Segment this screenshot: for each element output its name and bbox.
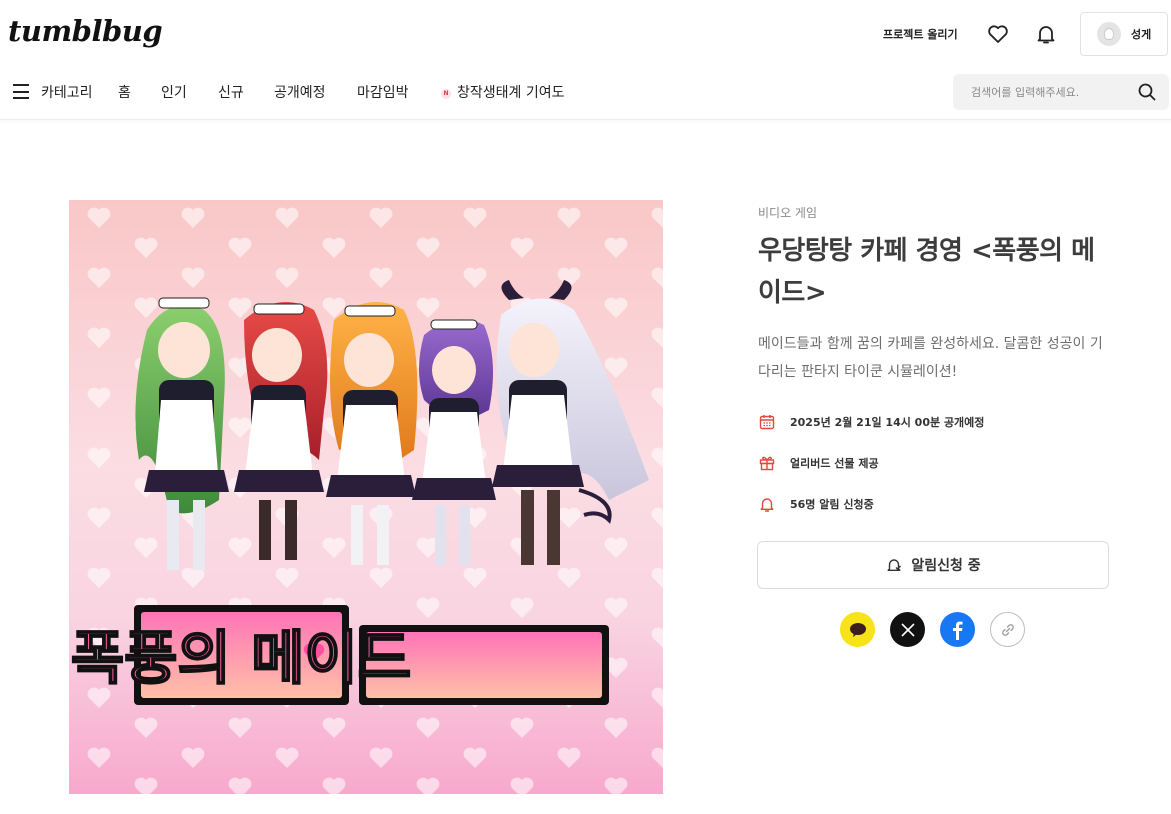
project-description: 메이드들과 함께 꿈의 카페를 완성하세요. 달콤한 성공이 기다리는 판타지 … [758,336,1103,380]
gift-row: 얼리버드 선물 제공 [758,454,879,472]
nav-creator-ecosystem-label: 창작생태계 기여도 [457,85,565,101]
bell-icon [760,498,774,512]
profile-button[interactable]: 성게 [1080,12,1168,56]
alerts-count-text: 56명 알림 신청중 [790,498,874,511]
calendar-icon [759,415,775,430]
alerts-row: 56명 알림 신청중 [758,495,874,513]
release-date-row: 2025년 2월 21일 14시 00분 공개예정 [758,413,984,431]
nav-home[interactable]: 홈 [118,82,131,102]
project-title: 우당탕탕 카페 경영 <폭풍의 메이드> [758,236,1095,308]
nav-creator-ecosystem[interactable]: N 창작생태계 기여도 [441,82,565,102]
avatar [1097,22,1121,46]
menu-icon[interactable] [13,84,29,99]
x-share-icon[interactable] [890,612,925,647]
nav-popular[interactable]: 인기 [161,82,187,102]
bell-icon[interactable] [1034,22,1058,46]
project-upload-link[interactable]: 프로젝트 올리기 [883,26,958,42]
release-date-text: 2025년 2월 21일 14시 00분 공개예정 [790,416,985,429]
search-box [953,74,1169,110]
facebook-share-icon[interactable] [940,612,975,647]
notify-button[interactable]: 알림신청 중 [757,541,1109,589]
gift-text: 얼리버드 선물 제공 [790,457,879,470]
nav-category[interactable]: 카테고리 [41,82,93,102]
category-nav: 카테고리 홈 인기 신규 공개예정 마감임박 N 창작생태계 기여도 [0,68,1171,120]
nav-ending-soon[interactable]: 마감임박 [357,82,409,102]
project-main-image: 폭풍의 메이드 [69,200,663,794]
bell-check-icon [887,559,902,571]
gift-icon [759,456,775,471]
new-badge: N [441,89,451,99]
link-share-icon[interactable] [990,612,1025,647]
search-input[interactable] [961,74,1131,110]
nav-upcoming[interactable]: 공개예정 [274,82,326,102]
search-icon[interactable] [1138,83,1156,101]
kakaotalk-share-icon[interactable] [840,612,875,647]
top-header: tumblbug 프로젝트 올리기 성게 [0,0,1171,68]
profile-name: 성게 [1131,28,1152,41]
nav-new[interactable]: 신규 [218,82,244,102]
notify-button-label: 알림신청 중 [911,558,981,574]
project-category[interactable]: 비디오 게임 [758,204,817,221]
tumblbug-logo[interactable]: tumblbug [8,14,163,48]
heart-icon[interactable] [986,22,1010,46]
hero-logo-text-1: 폭풍의 메이드 [71,624,411,692]
